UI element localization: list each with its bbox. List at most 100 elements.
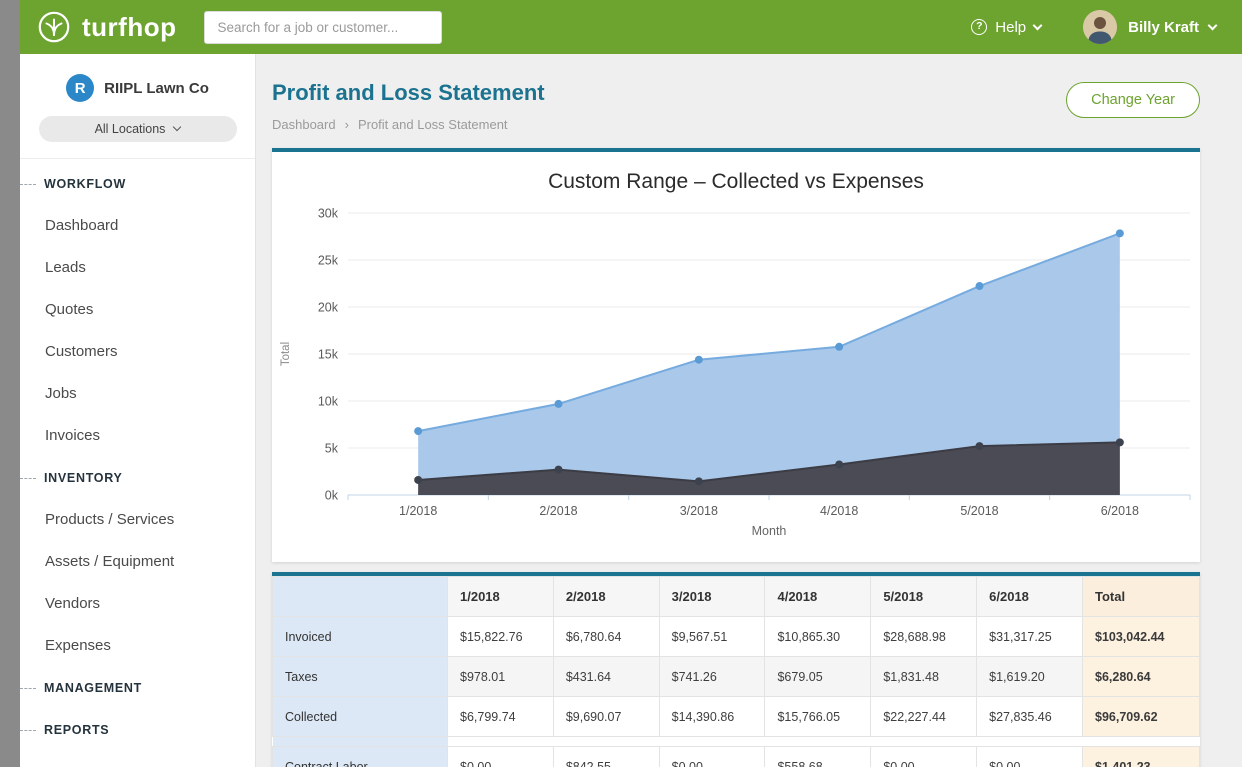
col-header-month: 2/2018 — [553, 577, 659, 617]
top-navbar: turfhop ? Help Billy Kraft — [20, 0, 1242, 54]
cell: $22,227.44 — [871, 697, 977, 737]
sidebar-item-assets-equipment[interactable]: Assets / Equipment — [20, 541, 255, 583]
cell: $0.00 — [977, 747, 1083, 767]
cell: $741.26 — [659, 657, 765, 697]
cell-total: $96,709.62 — [1083, 697, 1200, 737]
sidebar-item-customers[interactable]: Customers — [20, 331, 255, 373]
svg-text:1/2018: 1/2018 — [399, 504, 437, 518]
svg-text:15k: 15k — [318, 348, 339, 362]
topbar-right: ? Help Billy Kraft — [971, 10, 1216, 44]
pnl-chart-card: Custom Range – Collected vs Expenses 0k5… — [272, 148, 1200, 562]
row-label: Collected — [273, 697, 448, 737]
sidebar-item-invoices[interactable]: Invoices — [20, 415, 255, 457]
svg-text:4/2018: 4/2018 — [820, 504, 858, 518]
sidebar-item-leads[interactable]: Leads — [20, 247, 255, 289]
table-group-spacer — [273, 737, 1200, 747]
row-label: Contract Labor — [273, 747, 448, 767]
cell: $978.01 — [448, 657, 554, 697]
cell: $15,822.76 — [448, 617, 554, 657]
svg-text:2/2018: 2/2018 — [539, 504, 577, 518]
cell: $0.00 — [659, 747, 765, 767]
sidebar-item-expenses[interactable]: Expenses — [20, 625, 255, 667]
turfhop-logo[interactable]: turfhop — [36, 9, 176, 45]
nav-section-inventory: INVENTORY — [20, 457, 255, 499]
nav-section-workflow: WORKFLOW — [20, 163, 255, 205]
svg-text:3/2018: 3/2018 — [680, 504, 718, 518]
locations-dropdown[interactable]: All Locations — [39, 116, 237, 142]
user-avatar[interactable] — [1083, 10, 1117, 44]
company-logo: R — [66, 74, 94, 102]
tree-dash-icon — [20, 184, 36, 185]
cell: $6,799.74 — [448, 697, 554, 737]
col-header-month: 6/2018 — [977, 577, 1083, 617]
chevron-down-icon — [173, 123, 181, 131]
cell: $1,619.20 — [977, 657, 1083, 697]
chevron-down-icon[interactable] — [1208, 20, 1218, 30]
turfhop-sprout-icon — [36, 9, 72, 45]
cell: $0.00 — [871, 747, 977, 767]
sidebar-item-quotes[interactable]: Quotes — [20, 289, 255, 331]
svg-text:25k: 25k — [318, 254, 339, 268]
chart-title: Custom Range – Collected vs Expenses — [272, 170, 1200, 194]
sidebar-item-dashboard[interactable]: Dashboard — [20, 205, 255, 247]
nav-section-management[interactable]: MANAGEMENT — [20, 667, 255, 709]
cell: $679.05 — [765, 657, 871, 697]
breadcrumb-separator-icon: › — [345, 117, 349, 132]
avatar-image — [1083, 10, 1117, 44]
nav-section-reports[interactable]: REPORTS — [20, 709, 255, 751]
col-header-month: 3/2018 — [659, 577, 765, 617]
pnl-table-card: 1/2018 2/2018 3/2018 4/2018 5/2018 6/201… — [272, 572, 1200, 767]
brand-name: turfhop — [82, 12, 176, 43]
cell: $10,865.30 — [765, 617, 871, 657]
main-content: Profit and Loss Statement Dashboard › Pr… — [256, 54, 1242, 767]
cell: $31,317.25 — [977, 617, 1083, 657]
cell: $15,766.05 — [765, 697, 871, 737]
breadcrumb-current: Profit and Loss Statement — [358, 117, 508, 132]
company-block: R RIIPL Lawn Co All Locations — [20, 54, 255, 159]
tree-dash-icon — [20, 730, 36, 731]
cell: $6,780.64 — [553, 617, 659, 657]
page-title: Profit and Loss Statement — [272, 80, 545, 106]
pnl-area-chart: 0k5k10k15k20k25k30k1/20182/20183/20184/2… — [272, 198, 1200, 558]
tree-dash-icon — [20, 478, 36, 479]
chevron-down-icon — [1033, 20, 1043, 30]
table-row-contract-labor: Contract Labor $0.00 $842.55 $0.00 $558.… — [273, 747, 1200, 767]
svg-text:30k: 30k — [318, 207, 339, 221]
table-row-taxes: Taxes $978.01 $431.64 $741.26 $679.05 $1… — [273, 657, 1200, 697]
row-label: Taxes — [273, 657, 448, 697]
col-header-month: 5/2018 — [871, 577, 977, 617]
cell: $28,688.98 — [871, 617, 977, 657]
breadcrumb-dashboard[interactable]: Dashboard — [272, 117, 336, 132]
table-row-invoiced: Invoiced $15,822.76 $6,780.64 $9,567.51 … — [273, 617, 1200, 657]
svg-text:5k: 5k — [325, 442, 339, 456]
nav-section-super-admin[interactable]: SUPER ADMIN — [20, 751, 255, 767]
row-label: Invoiced — [273, 617, 448, 657]
cell-total: $6,280.64 — [1083, 657, 1200, 697]
col-header-month: 1/2018 — [448, 577, 554, 617]
col-header-blank — [273, 577, 448, 617]
sidebar-nav: WORKFLOW Dashboard Leads Quotes Customer… — [20, 159, 255, 767]
cell: $9,567.51 — [659, 617, 765, 657]
user-name[interactable]: Billy Kraft — [1128, 19, 1199, 36]
sidebar-item-jobs[interactable]: Jobs — [20, 373, 255, 415]
cell: $431.64 — [553, 657, 659, 697]
company-name: RIIPL Lawn Co — [104, 80, 209, 97]
cell-total: $1,401.23 — [1083, 747, 1200, 767]
help-menu[interactable]: ? Help — [971, 19, 1041, 36]
locations-label: All Locations — [95, 122, 166, 136]
tree-dash-icon — [20, 688, 36, 689]
cell: $558.68 — [765, 747, 871, 767]
search-input[interactable] — [204, 11, 442, 44]
sidebar-item-vendors[interactable]: Vendors — [20, 583, 255, 625]
sidebar-item-products-services[interactable]: Products / Services — [20, 499, 255, 541]
change-year-button[interactable]: Change Year — [1066, 82, 1200, 118]
svg-text:Total: Total — [280, 342, 292, 366]
cell: $1,831.48 — [871, 657, 977, 697]
table-header-row: 1/2018 2/2018 3/2018 4/2018 5/2018 6/201… — [273, 577, 1200, 617]
table-row-collected: Collected $6,799.74 $9,690.07 $14,390.86… — [273, 697, 1200, 737]
svg-text:10k: 10k — [318, 395, 339, 409]
sidebar: R RIIPL Lawn Co All Locations WORKFLOW D… — [20, 54, 256, 767]
cell: $0.00 — [448, 747, 554, 767]
col-header-month: 4/2018 — [765, 577, 871, 617]
cell: $9,690.07 — [553, 697, 659, 737]
